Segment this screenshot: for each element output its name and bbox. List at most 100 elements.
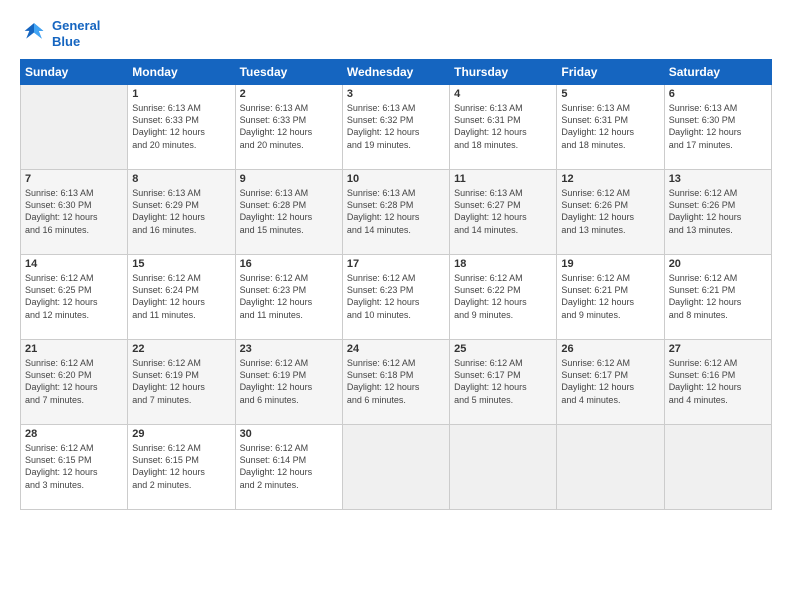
calendar-cell: 28 Sunrise: 6:12 AMSunset: 6:15 PMDayligh… — [21, 425, 128, 510]
day-info: Sunrise: 6:13 AMSunset: 6:31 PMDaylight:… — [454, 102, 552, 151]
calendar-cell: 29 Sunrise: 6:12 AMSunset: 6:15 PMDayligh… — [128, 425, 235, 510]
day-info: Sunrise: 6:13 AMSunset: 6:33 PMDaylight:… — [132, 102, 230, 151]
day-number: 7 — [25, 173, 123, 185]
day-number: 9 — [240, 173, 338, 185]
calendar-cell: 15Sunrise: 6:12 AMSunset: 6:24 PMDayligh… — [128, 255, 235, 340]
calendar-cell: 24 Sunrise: 6:12 AMSunset: 6:18 PMDayligh… — [342, 340, 449, 425]
day-number: 24 — [347, 343, 445, 355]
calendar-cell: 23 Sunrise: 6:12 AMSunset: 6:19 PMDayligh… — [235, 340, 342, 425]
calendar-cell — [21, 85, 128, 170]
day-info: Sunrise: 6:12 AMSunset: 6:26 PMDaylight:… — [669, 187, 767, 236]
calendar-cell: 14Sunrise: 6:12 AMSunset: 6:25 PMDayligh… — [21, 255, 128, 340]
day-header-monday: Monday — [128, 60, 235, 85]
calendar-cell — [664, 425, 771, 510]
day-number: 10 — [347, 173, 445, 185]
day-number: 18 — [454, 258, 552, 270]
day-info: Sunrise: 6:12 AMSunset: 6:22 PMDaylight:… — [454, 272, 552, 321]
day-number: 25 — [454, 343, 552, 355]
calendar-table: SundayMondayTuesdayWednesdayThursdayFrid… — [20, 59, 772, 510]
calendar-cell: 11Sunrise: 6:13 AMSunset: 6:27 PMDayligh… — [450, 170, 557, 255]
calendar-cell: 18 Sunrise: 6:12 AMSunset: 6:22 PMDayligh… — [450, 255, 557, 340]
day-number: 2 — [240, 88, 338, 100]
day-number: 11 — [454, 173, 552, 185]
day-header-tuesday: Tuesday — [235, 60, 342, 85]
calendar-cell: 30Sunrise: 6:12 AMSunset: 6:14 PMDayligh… — [235, 425, 342, 510]
day-info: Sunrise: 6:12 AMSunset: 6:19 PMDaylight:… — [240, 357, 338, 406]
day-info: Sunrise: 6:12 AMSunset: 6:17 PMDaylight:… — [454, 357, 552, 406]
day-header-thursday: Thursday — [450, 60, 557, 85]
page: General Blue SundayMondayTuesdayWednesda… — [0, 0, 792, 612]
logo-icon — [20, 20, 48, 48]
week-row-4: 21 Sunrise: 6:12 AMSunset: 6:20 PMDayligh… — [21, 340, 772, 425]
day-header-saturday: Saturday — [664, 60, 771, 85]
logo: General Blue — [20, 18, 100, 49]
calendar-cell: 2 Sunrise: 6:13 AMSunset: 6:33 PMDaylight… — [235, 85, 342, 170]
day-info: Sunrise: 6:12 AMSunset: 6:16 PMDaylight:… — [669, 357, 767, 406]
day-info: Sunrise: 6:13 AMSunset: 6:33 PMDaylight:… — [240, 102, 338, 151]
day-info: Sunrise: 6:12 AMSunset: 6:17 PMDaylight:… — [561, 357, 659, 406]
calendar-cell: 8Sunrise: 6:13 AMSunset: 6:29 PMDaylight… — [128, 170, 235, 255]
day-number: 22 — [132, 343, 230, 355]
day-number: 16 — [240, 258, 338, 270]
day-info: Sunrise: 6:12 AMSunset: 6:23 PMDaylight:… — [240, 272, 338, 321]
day-header-wednesday: Wednesday — [342, 60, 449, 85]
calendar-cell — [557, 425, 664, 510]
day-info: Sunrise: 6:12 AMSunset: 6:15 PMDaylight:… — [132, 442, 230, 491]
day-number: 19 — [561, 258, 659, 270]
day-info: Sunrise: 6:12 AMSunset: 6:23 PMDaylight:… — [347, 272, 445, 321]
calendar-cell: 22 Sunrise: 6:12 AMSunset: 6:19 PMDayligh… — [128, 340, 235, 425]
day-number: 17 — [347, 258, 445, 270]
calendar-cell: 27Sunrise: 6:12 AMSunset: 6:16 PMDayligh… — [664, 340, 771, 425]
calendar-cell — [450, 425, 557, 510]
day-number: 20 — [669, 258, 767, 270]
day-number: 1 — [132, 88, 230, 100]
calendar-cell: 20 Sunrise: 6:12 AMSunset: 6:21 PMDayligh… — [664, 255, 771, 340]
calendar-cell: 19 Sunrise: 6:12 AMSunset: 6:21 PMDayligh… — [557, 255, 664, 340]
day-info: Sunrise: 6:13 AMSunset: 6:28 PMDaylight:… — [347, 187, 445, 236]
day-number: 6 — [669, 88, 767, 100]
day-info: Sunrise: 6:13 AMSunset: 6:32 PMDaylight:… — [347, 102, 445, 151]
calendar-cell: 25 Sunrise: 6:12 AMSunset: 6:17 PMDayligh… — [450, 340, 557, 425]
day-number: 28 — [25, 428, 123, 440]
logo-text: General Blue — [52, 18, 100, 49]
calendar-cell — [342, 425, 449, 510]
calendar-cell: 7 Sunrise: 6:13 AMSunset: 6:30 PMDaylight… — [21, 170, 128, 255]
day-info: Sunrise: 6:12 AMSunset: 6:20 PMDaylight:… — [25, 357, 123, 406]
day-number: 21 — [25, 343, 123, 355]
day-info: Sunrise: 6:12 AMSunset: 6:21 PMDaylight:… — [669, 272, 767, 321]
header-row: SundayMondayTuesdayWednesdayThursdayFrid… — [21, 60, 772, 85]
day-info: Sunrise: 6:13 AMSunset: 6:29 PMDaylight:… — [132, 187, 230, 236]
day-number: 3 — [347, 88, 445, 100]
day-header-friday: Friday — [557, 60, 664, 85]
calendar-cell: 4 Sunrise: 6:13 AMSunset: 6:31 PMDaylight… — [450, 85, 557, 170]
day-info: Sunrise: 6:12 AMSunset: 6:24 PMDaylight:… — [132, 272, 230, 321]
day-number: 29 — [132, 428, 230, 440]
calendar-cell: 26 Sunrise: 6:12 AMSunset: 6:17 PMDayligh… — [557, 340, 664, 425]
week-row-3: 14Sunrise: 6:12 AMSunset: 6:25 PMDayligh… — [21, 255, 772, 340]
day-info: Sunrise: 6:12 AMSunset: 6:15 PMDaylight:… — [25, 442, 123, 491]
calendar-cell: 21 Sunrise: 6:12 AMSunset: 6:20 PMDayligh… — [21, 340, 128, 425]
calendar-cell: 1 Sunrise: 6:13 AMSunset: 6:33 PMDaylight… — [128, 85, 235, 170]
day-header-sunday: Sunday — [21, 60, 128, 85]
calendar-cell: 17 Sunrise: 6:12 AMSunset: 6:23 PMDayligh… — [342, 255, 449, 340]
week-row-1: 1 Sunrise: 6:13 AMSunset: 6:33 PMDaylight… — [21, 85, 772, 170]
day-info: Sunrise: 6:13 AMSunset: 6:30 PMDaylight:… — [669, 102, 767, 151]
calendar-cell: 13 Sunrise: 6:12 AMSunset: 6:26 PMDayligh… — [664, 170, 771, 255]
day-number: 30 — [240, 428, 338, 440]
day-info: Sunrise: 6:12 AMSunset: 6:21 PMDaylight:… — [561, 272, 659, 321]
day-info: Sunrise: 6:12 AMSunset: 6:18 PMDaylight:… — [347, 357, 445, 406]
calendar-cell: 5Sunrise: 6:13 AMSunset: 6:31 PMDaylight… — [557, 85, 664, 170]
day-number: 13 — [669, 173, 767, 185]
calendar-cell: 12Sunrise: 6:12 AMSunset: 6:26 PMDayligh… — [557, 170, 664, 255]
day-number: 4 — [454, 88, 552, 100]
header: General Blue — [20, 18, 772, 49]
calendar-cell: 9 Sunrise: 6:13 AMSunset: 6:28 PMDaylight… — [235, 170, 342, 255]
day-number: 26 — [561, 343, 659, 355]
calendar-cell: 10 Sunrise: 6:13 AMSunset: 6:28 PMDayligh… — [342, 170, 449, 255]
day-info: Sunrise: 6:13 AMSunset: 6:30 PMDaylight:… — [25, 187, 123, 236]
day-number: 12 — [561, 173, 659, 185]
day-info: Sunrise: 6:12 AMSunset: 6:25 PMDaylight:… — [25, 272, 123, 321]
day-number: 23 — [240, 343, 338, 355]
day-info: Sunrise: 6:13 AMSunset: 6:28 PMDaylight:… — [240, 187, 338, 236]
day-info: Sunrise: 6:12 AMSunset: 6:19 PMDaylight:… — [132, 357, 230, 406]
